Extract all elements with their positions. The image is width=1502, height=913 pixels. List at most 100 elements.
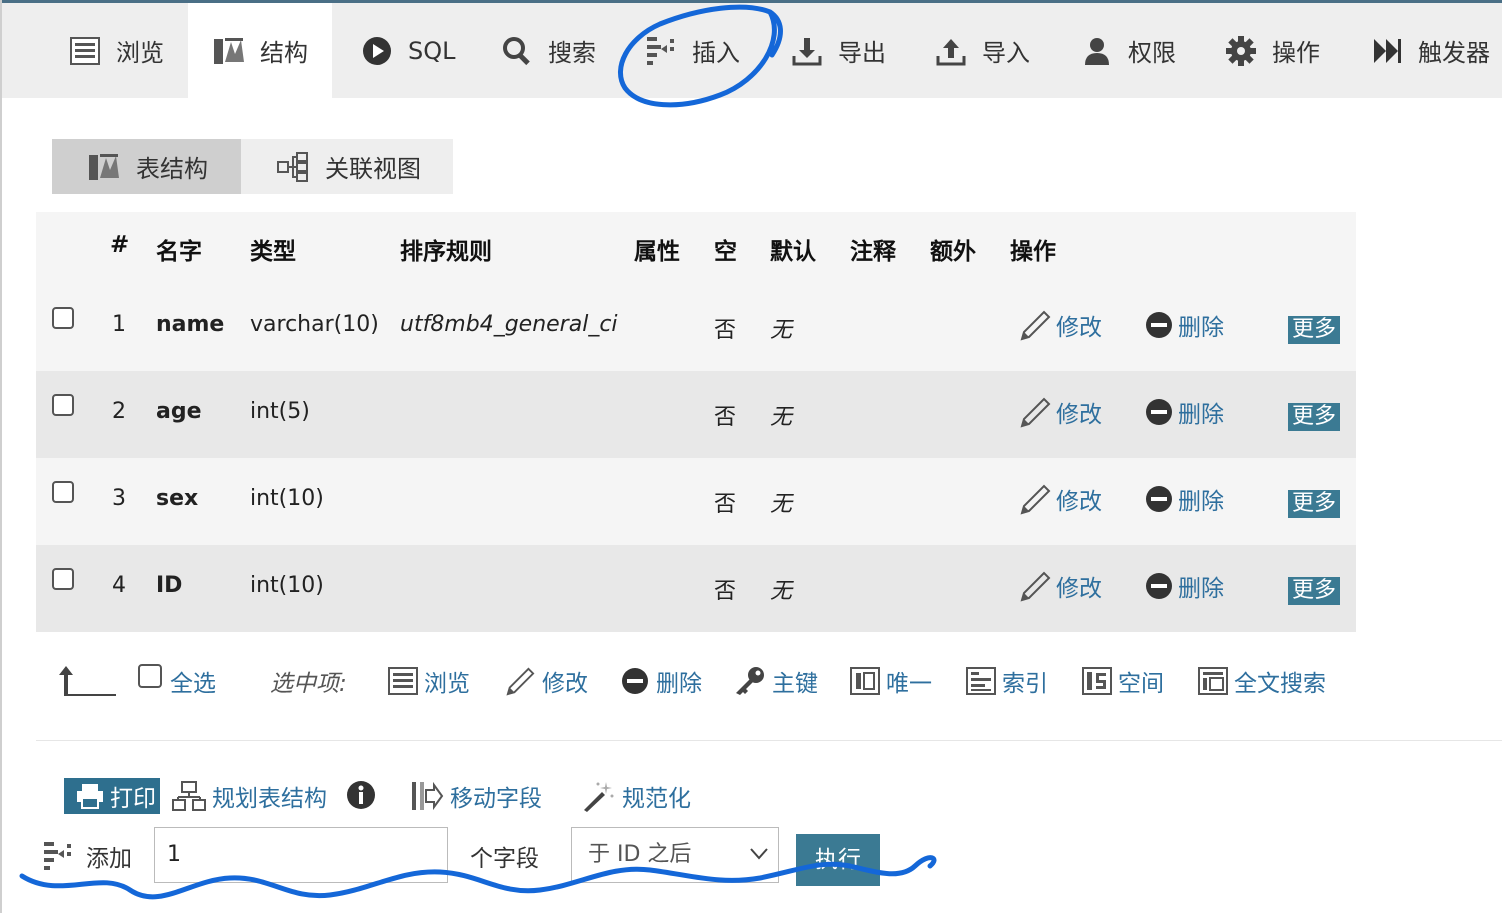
export-icon (790, 34, 824, 68)
cell-type: varchar(10) (250, 312, 379, 337)
top-tab-bar: 浏览 结构 SQL 搜索 插入 导出 导入 权限 操作 触发器 (2, 3, 1502, 98)
edit-button[interactable]: 修改 (1018, 308, 1102, 342)
index-icon (966, 667, 996, 695)
add-label: 添加 (86, 846, 132, 872)
propose-structure-button[interactable]: 规划表结构 (172, 779, 327, 813)
tab-sql[interactable]: SQL (360, 3, 456, 98)
edit-button[interactable]: 修改 (1018, 569, 1102, 603)
header-extra[interactable]: 额外 (930, 232, 976, 266)
pencil-icon (1020, 484, 1051, 515)
bulk-edit-label: 修改 (542, 671, 588, 697)
bulk-edit-button[interactable]: 修改 (504, 664, 588, 698)
bulk-fulltext-label: 全文搜索 (1234, 671, 1326, 697)
row-checkbox[interactable] (52, 394, 74, 416)
select-all-label[interactable]: 全选 (170, 664, 216, 698)
move-columns-button[interactable]: 移动字段 (410, 779, 542, 813)
bulk-drop-button[interactable]: 删除 (620, 664, 702, 698)
add-columns-label: 添加 (42, 826, 132, 886)
go-button[interactable]: 执行 (796, 834, 880, 886)
bulk-fulltext-button[interactable]: 全文搜索 (1198, 664, 1326, 698)
header-default[interactable]: 默认 (770, 232, 816, 266)
cell-collation: utf8mb4_general_ci (400, 312, 618, 337)
relation-icon (275, 150, 311, 184)
move-columns-icon (412, 781, 444, 811)
tab-privileges[interactable]: 权限 (1080, 3, 1176, 98)
tab-label: 权限 (1128, 39, 1176, 67)
subtab-label: 表结构 (136, 155, 208, 183)
cell-num: 4 (112, 573, 126, 598)
cell-null: 否 (714, 579, 737, 604)
cell-default: 无 (770, 318, 793, 343)
edit-button[interactable]: 修改 (1018, 395, 1102, 429)
structure-table: # 名字 类型 排序规则 属性 空 默认 注释 额外 操作 1 name var… (36, 212, 1356, 632)
minus-circle-icon (1146, 399, 1172, 425)
tab-insert[interactable]: 插入 (644, 3, 740, 98)
more-button[interactable]: 更多 (1288, 403, 1340, 431)
row-checkbox[interactable] (52, 568, 74, 590)
trigger-icon (1370, 34, 1404, 68)
tab-import[interactable]: 导入 (934, 3, 1030, 98)
edit-label: 修改 (1056, 576, 1102, 602)
drop-button[interactable]: 删除 (1144, 569, 1224, 603)
drop-button[interactable]: 删除 (1144, 482, 1224, 516)
column-position-value: 于 ID 之后 (588, 842, 692, 867)
bulk-spatial-button[interactable]: 空间 (1082, 664, 1164, 698)
subtab-table-structure[interactable]: 表结构 (52, 139, 241, 194)
gear-icon (1224, 34, 1258, 68)
magic-wand-icon (584, 782, 614, 812)
drop-label: 删除 (1178, 315, 1224, 341)
propose-structure-icon (172, 781, 206, 811)
drop-button[interactable]: 删除 (1144, 308, 1224, 342)
normalize-button[interactable]: 规范化 (582, 779, 691, 813)
cell-num: 1 (112, 312, 126, 337)
header-name[interactable]: 名字 (156, 232, 202, 266)
tab-export[interactable]: 导出 (790, 3, 886, 98)
cell-null: 否 (714, 492, 737, 517)
print-label: 打印 (110, 786, 156, 812)
subtab-relation-view[interactable]: 关联视图 (241, 139, 453, 194)
bulk-unique-button[interactable]: 唯一 (850, 664, 932, 698)
tab-search[interactable]: 搜索 (500, 3, 596, 98)
printer-icon (76, 783, 104, 809)
cell-name: sex (156, 486, 199, 511)
fulltext-icon (1198, 667, 1228, 695)
pencil-icon (1020, 397, 1051, 428)
header-attributes[interactable]: 属性 (634, 232, 680, 266)
drop-button[interactable]: 删除 (1144, 395, 1224, 429)
more-button[interactable]: 更多 (1288, 490, 1340, 518)
bulk-browse-label: 浏览 (424, 671, 470, 697)
divider (36, 740, 1502, 741)
header-num: # (110, 232, 130, 258)
chevron-down-icon (750, 848, 768, 860)
select-all-checkbox[interactable] (138, 664, 162, 688)
cell-type: int(10) (250, 573, 324, 598)
pencil-icon (1020, 571, 1051, 602)
tab-structure[interactable]: 结构 (188, 3, 332, 98)
tab-triggers[interactable]: 触发器 (1370, 3, 1490, 98)
bulk-primary-button[interactable]: 主键 (734, 664, 818, 698)
bulk-browse-button[interactable]: 浏览 (388, 664, 470, 698)
header-comment[interactable]: 注释 (850, 232, 896, 266)
row-checkbox[interactable] (52, 481, 74, 503)
column-count-input[interactable]: 1 (154, 827, 448, 883)
edit-button[interactable]: 修改 (1018, 482, 1102, 516)
cell-num: 3 (112, 486, 126, 511)
info-icon[interactable] (346, 780, 376, 814)
print-button[interactable]: 打印 (64, 778, 160, 814)
tab-label: SQL (408, 36, 456, 65)
import-icon (934, 34, 968, 68)
search-icon (500, 34, 534, 68)
column-position-select[interactable]: 于 ID 之后 (571, 827, 779, 883)
key-icon (736, 667, 764, 695)
cell-default: 无 (770, 492, 793, 517)
tab-operations[interactable]: 操作 (1224, 3, 1320, 98)
header-collation[interactable]: 排序规则 (400, 232, 492, 266)
header-type[interactable]: 类型 (250, 232, 296, 266)
bulk-index-button[interactable]: 索引 (966, 664, 1048, 698)
header-null[interactable]: 空 (714, 232, 737, 266)
more-button[interactable]: 更多 (1288, 316, 1340, 344)
more-button[interactable]: 更多 (1288, 577, 1340, 605)
tab-browse[interactable]: 浏览 (68, 3, 164, 98)
minus-circle-icon (1146, 312, 1172, 338)
row-checkbox[interactable] (52, 307, 74, 329)
